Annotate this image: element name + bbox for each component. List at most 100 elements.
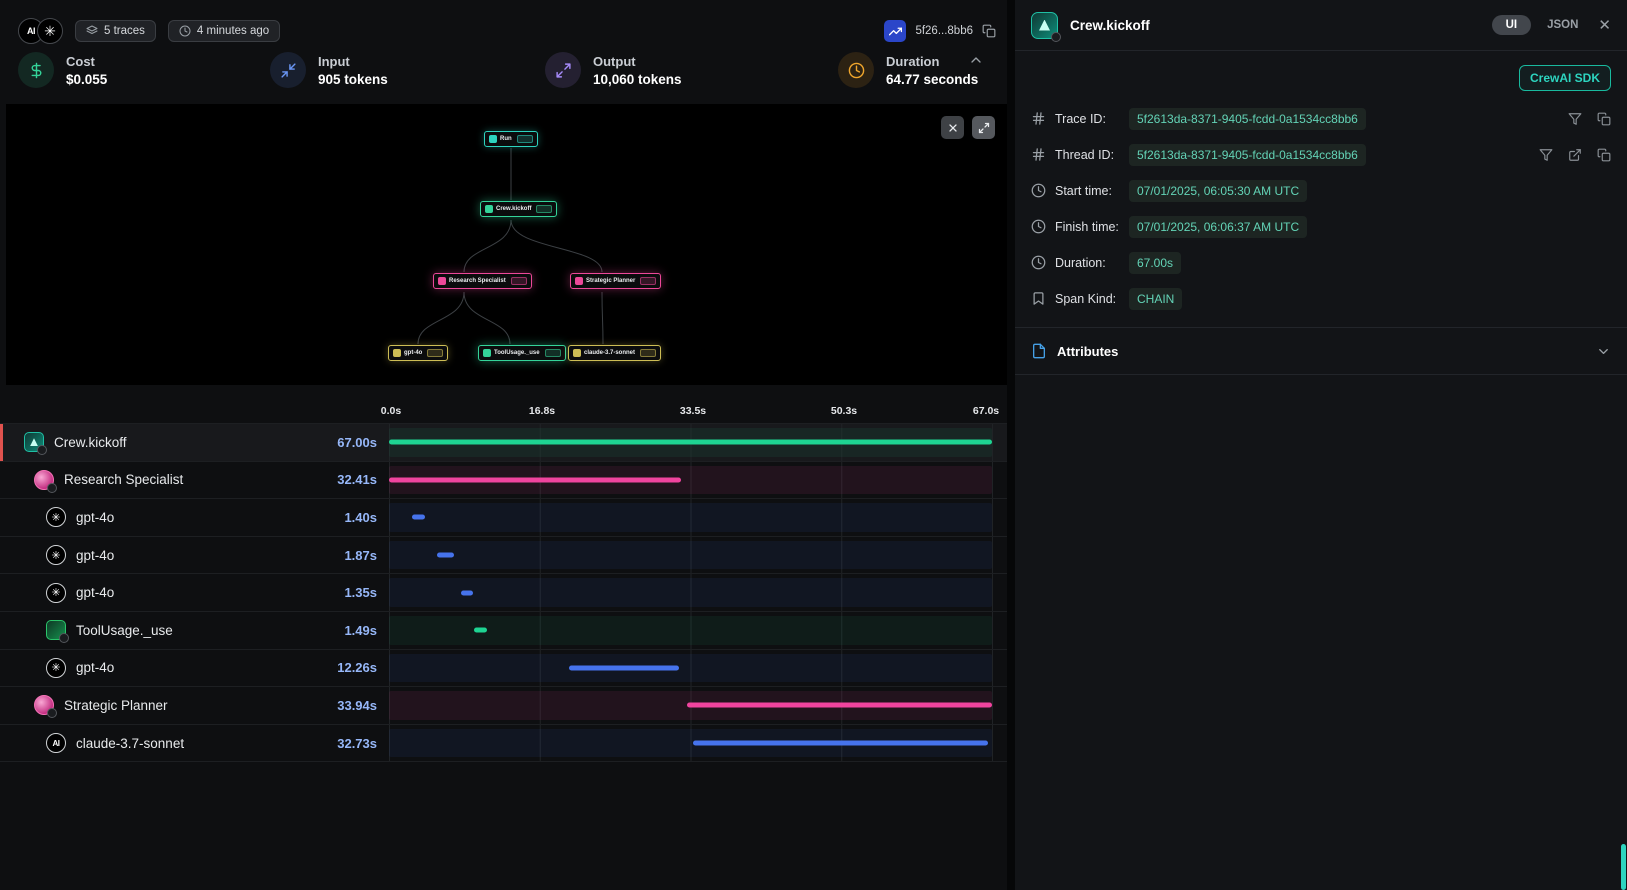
span-row[interactable]: ✳ gpt-4o 1.35s [0, 574, 1007, 612]
graph-node[interactable]: gpt-4o [388, 345, 448, 361]
node-label: Run [500, 136, 512, 142]
node-label: claude-3.7-sonnet [584, 350, 635, 356]
duration-bar[interactable] [693, 741, 988, 746]
node-label: ToolUsage._use [494, 350, 540, 356]
graph-node[interactable]: Research Specialist [433, 273, 532, 289]
graph-node[interactable]: ToolUsage._use [478, 345, 566, 361]
span-row[interactable]: ✳ gpt-4o 1.87s [0, 537, 1007, 575]
scrollbar-thumb[interactable] [1621, 844, 1626, 890]
node-duration-tag [536, 205, 552, 213]
field-value[interactable]: 5f2613da-8371-9405-fcdd-0a1534cc8bb6 [1129, 144, 1366, 166]
node-icon [485, 205, 493, 213]
agent-icon [34, 470, 54, 490]
detail-field-row: Duration: 67.00s [1015, 245, 1627, 281]
node-label: Strategic Planner [586, 278, 635, 284]
field-value[interactable]: 5f2613da-8371-9405-fcdd-0a1534cc8bb6 [1129, 108, 1366, 130]
span-row[interactable]: ✳ gpt-4o 12.26s [0, 650, 1007, 688]
trace-graph-panel[interactable]: Run Crew.kickoff Research Specialist Str… [6, 104, 1007, 385]
collapse-stats-chevron-up-icon[interactable] [968, 52, 984, 73]
graph-node[interactable]: Crew.kickoff [480, 201, 557, 217]
stat-label: Cost [66, 54, 107, 69]
field-label: Duration: [1055, 256, 1129, 270]
stat-cost: Cost$0.055 [18, 52, 107, 88]
hash-icon [1031, 147, 1047, 163]
graph-node[interactable]: Run [484, 131, 538, 147]
span-track [389, 687, 993, 724]
trace-short-id: 5f26...8bb6 [915, 25, 973, 37]
attributes-section-toggle[interactable]: Attributes [1015, 328, 1627, 374]
field-value[interactable]: CHAIN [1129, 288, 1182, 310]
stat-value: 64.77 seconds [886, 72, 978, 87]
duration-bar[interactable] [389, 477, 681, 482]
external-icon[interactable] [1568, 148, 1582, 162]
duration-bar[interactable] [461, 590, 473, 595]
filter-icon[interactable] [1568, 112, 1582, 126]
duration-bar[interactable] [437, 553, 454, 558]
span-duration: 33.94s [337, 698, 377, 713]
trend-chart-button[interactable] [884, 20, 906, 42]
span-row[interactable]: Strategic Planner 33.94s [0, 687, 1007, 725]
detail-field-row: Trace ID: 5f2613da-8371-9405-fcdd-0a1534… [1015, 101, 1627, 137]
chevron-down-icon[interactable] [1596, 344, 1611, 359]
span-duration: 67.00s [337, 435, 377, 450]
span-name: gpt-4o [76, 585, 344, 600]
field-actions [1568, 112, 1611, 126]
duration-bar[interactable] [412, 515, 425, 520]
openai-icon: ✳ [46, 583, 66, 603]
span-name: gpt-4o [76, 510, 344, 525]
span-track [389, 612, 993, 649]
span-duration: 32.41s [337, 472, 377, 487]
trace-age-badge[interactable]: 4 minutes ago [168, 20, 280, 42]
layers-icon [86, 25, 98, 37]
stats-bar: Cost$0.055 Input905 tokens Output10,060 … [18, 52, 996, 102]
graph-node[interactable]: Strategic Planner [570, 273, 661, 289]
span-row[interactable]: ToolUsage._use 1.49s [0, 612, 1007, 650]
filter-icon[interactable] [1539, 148, 1553, 162]
duration-bar[interactable] [474, 628, 487, 633]
field-value[interactable]: 67.00s [1129, 252, 1181, 274]
field-label: Thread ID: [1055, 148, 1129, 162]
copy-icon[interactable] [982, 24, 996, 38]
detail-panel-header: Crew.kickoff UI JSON ✕ [1015, 0, 1627, 50]
detail-field-row: Thread ID: 5f2613da-8371-9405-fcdd-0a153… [1015, 137, 1627, 173]
expand-graph-button[interactable] [972, 116, 995, 139]
span-name: ToolUsage._use [76, 623, 344, 638]
span-row[interactable]: Crew.kickoff 67.00s [0, 424, 1007, 462]
field-value[interactable]: 07/01/2025, 06:05:30 AM UTC [1129, 180, 1307, 202]
span-row[interactable]: ✳ gpt-4o 1.40s [0, 499, 1007, 537]
copy-icon[interactable] [1597, 148, 1611, 162]
openai-icon: ✳ [46, 507, 66, 527]
field-value[interactable]: 07/01/2025, 06:06:37 AM UTC [1129, 216, 1307, 238]
duration-bar[interactable] [569, 665, 679, 670]
span-duration: 12.26s [337, 660, 377, 675]
span-row[interactable]: Research Specialist 32.41s [0, 462, 1007, 500]
duration-bar[interactable] [687, 703, 992, 708]
sub-badge-icon [47, 483, 57, 493]
crewai-sub-badge-icon [1051, 32, 1061, 42]
trace-topbar: AI ✳ 5 traces 4 minutes ago 5f26...8bb6 [18, 14, 996, 48]
span-track [389, 725, 993, 762]
tab-json[interactable]: JSON [1547, 19, 1578, 31]
openai-icon: ✳ [46, 658, 66, 678]
trace-main-area: AI ✳ 5 traces 4 minutes ago 5f26...8bb6 [0, 0, 1007, 890]
span-name: claude-3.7-sonnet [76, 736, 337, 751]
copy-icon[interactable] [1597, 112, 1611, 126]
axis-tick: 33.5s [680, 405, 706, 417]
graph-node[interactable]: claude-3.7-sonnet [568, 345, 661, 361]
openai-icon: ✳ [46, 545, 66, 565]
close-panel-icon[interactable]: ✕ [1598, 16, 1611, 34]
span-track [389, 574, 993, 611]
node-duration-tag [640, 349, 656, 357]
traces-count-badge[interactable]: 5 traces [75, 20, 156, 42]
node-duration-tag [427, 349, 443, 357]
sdk-badge[interactable]: CrewAI SDK [1519, 65, 1611, 91]
span-row[interactable]: AI claude-3.7-sonnet 32.73s [0, 725, 1007, 763]
span-duration: 1.40s [344, 510, 377, 525]
span-duration: 1.87s [344, 548, 377, 563]
axis-tick: 16.8s [529, 405, 555, 417]
detail-fields: Trace ID: 5f2613da-8371-9405-fcdd-0a1534… [1015, 101, 1627, 317]
duration-bar[interactable] [389, 440, 992, 445]
close-graph-button[interactable] [941, 116, 964, 139]
node-icon [575, 277, 583, 285]
tab-ui[interactable]: UI [1492, 15, 1532, 35]
